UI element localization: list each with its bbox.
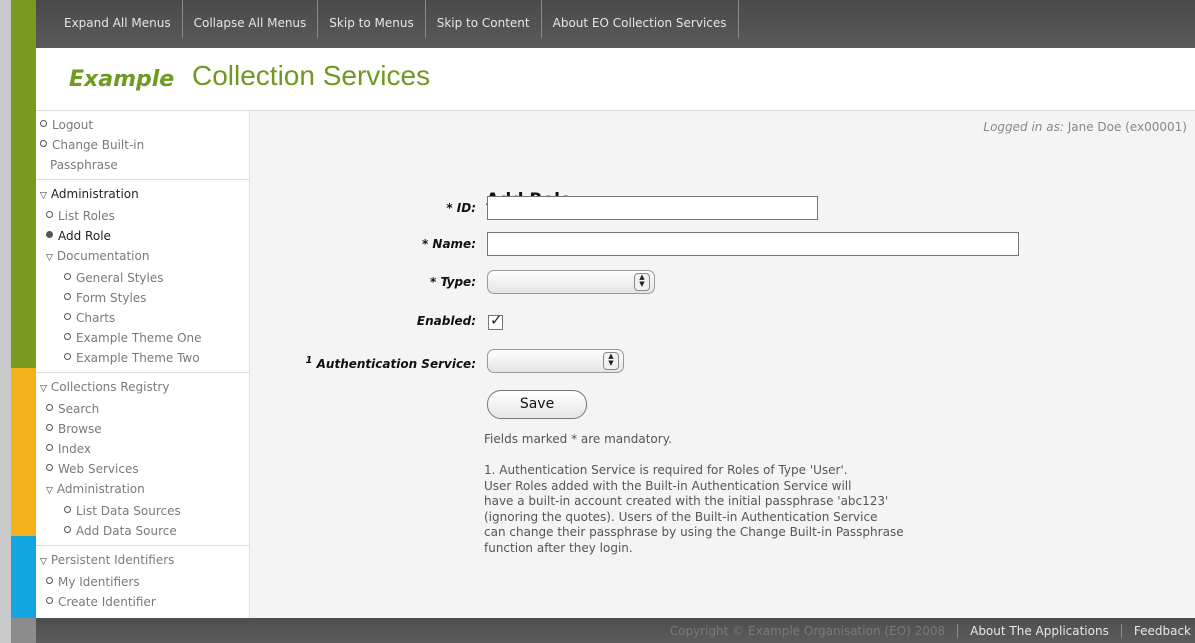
bullet-icon (46, 444, 53, 451)
save-button[interactable]: Save (487, 390, 587, 419)
skip-to-menus-link[interactable]: Skip to Menus (318, 0, 426, 38)
enabled-checkbox[interactable]: ✓ (488, 311, 503, 330)
section-stripe-admin (11, 0, 36, 368)
mandatory-note: Fields marked * are mandatory. (484, 432, 672, 446)
bullet-icon (40, 140, 47, 147)
logged-in-status: Logged in as: Jane Doe (ex00001) (983, 120, 1187, 134)
name-label: * Name: (421, 237, 476, 251)
id-input[interactable] (487, 196, 818, 220)
id-label: * ID: (446, 201, 476, 215)
type-select[interactable]: ▲ ▼ (487, 270, 655, 294)
top-navigation: Expand All Menus Collapse All Menus Skip… (36, 0, 1195, 48)
sidebar-item-list-roles[interactable]: List Roles (36, 206, 249, 226)
triangle-down-icon: ▽ (46, 486, 53, 496)
site-header: Example Collection Services (36, 48, 1195, 111)
brand-example-logo: Example (69, 67, 175, 92)
bullet-icon (64, 333, 71, 340)
page: Expand All Menus Collapse All Menus Skip… (0, 0, 1195, 643)
sidebar-item-my-identifiers[interactable]: My Identifiers (36, 572, 249, 592)
window-edge (0, 0, 11, 643)
triangle-down-icon: ▽ (40, 384, 47, 394)
nav-group-persistent-identifiers: ▽ Persistent Identifiers My Identifiers C… (36, 546, 249, 616)
section-stripe-collections (11, 368, 36, 536)
sidebar-item-list-data-sources[interactable]: List Data Sources (36, 501, 249, 521)
about-applications-link[interactable]: About The Applications (958, 623, 1122, 638)
collapse-all-menus-link[interactable]: Collapse All Menus (183, 0, 319, 38)
sidebar-item-web-services[interactable]: Web Services (36, 459, 249, 479)
bullet-icon (64, 526, 71, 533)
triangle-down-icon: ▽ (46, 253, 53, 263)
sidebar-item-charts[interactable]: Charts (36, 308, 249, 328)
feedback-link[interactable]: Feedback (1122, 624, 1195, 638)
sidebar-item-logout[interactable]: Logout (36, 115, 249, 135)
type-label: * Type: (429, 275, 476, 289)
bullet-icon (46, 577, 53, 584)
main-content: Logged in as: Jane Doe (ex00001) Add Rol… (250, 111, 1195, 618)
bullet-icon (64, 353, 71, 360)
skip-to-content-link[interactable]: Skip to Content (426, 0, 542, 38)
bullet-icon (46, 597, 53, 604)
sidebar-item-add-role[interactable]: Add Role (36, 226, 249, 246)
authentication-service-label: 1 Authentication Service: (305, 355, 476, 371)
sidebar-item-collections-registry[interactable]: ▽ Collections Registry (36, 377, 249, 399)
sidebar-item-index[interactable]: Index (36, 439, 249, 459)
sidebar-item-persistent-identifiers[interactable]: ▽ Persistent Identifiers (36, 550, 249, 572)
sidebar-menu: Logout Change Built-in Passphrase ▽ Admin… (36, 111, 250, 618)
triangle-down-icon: ▽ (40, 191, 47, 201)
sidebar-item-browse[interactable]: Browse (36, 419, 249, 439)
section-stripe-identifiers (11, 536, 36, 618)
bullet-icon (64, 313, 71, 320)
site-footer: Copyright © Example Organisation (EO) 20… (36, 618, 1195, 643)
section-stripe-footer (11, 618, 36, 643)
sidebar-item-example-theme-one[interactable]: Example Theme One (36, 328, 249, 348)
about-eo-link[interactable]: About EO Collection Services (542, 0, 739, 38)
nav-group-administration: ▽ Administration List Roles Add Role ▽ Doc… (36, 180, 249, 373)
bullet-icon (64, 293, 71, 300)
site-title: Collection Services (192, 60, 431, 91)
sidebar-item-documentation[interactable]: ▽ Documentation (36, 246, 249, 268)
bullet-icon (64, 273, 71, 280)
copyright-text: Copyright © Example Organisation (EO) 20… (658, 623, 959, 638)
sidebar-item-example-theme-two[interactable]: Example Theme Two (36, 348, 249, 368)
nav-group-collections-registry: ▽ Collections Registry Search Browse Inde… (36, 373, 249, 546)
nav-group-account: Logout Change Built-in Passphrase (36, 111, 249, 180)
name-input[interactable] (487, 232, 1019, 256)
select-arrows-icon: ▲ ▼ (634, 273, 650, 291)
bullet-icon (46, 424, 53, 431)
sidebar-item-add-data-source[interactable]: Add Data Source (36, 521, 249, 541)
sidebar-item-registry-administration[interactable]: ▽ Administration (36, 479, 249, 501)
authentication-footnote: 1. Authentication Service is required fo… (484, 463, 904, 555)
sidebar-item-change-passphrase[interactable]: Change Built-in (36, 135, 249, 155)
sidebar-item-change-passphrase-cont[interactable]: Passphrase (36, 155, 249, 175)
sidebar-item-create-identifier[interactable]: Create Identifier (36, 592, 249, 612)
bullet-icon (64, 506, 71, 513)
bullet-icon (46, 464, 53, 471)
checkmark-icon: ✓ (490, 311, 503, 329)
authentication-service-select[interactable]: ▲ ▼ (487, 349, 624, 373)
enabled-label: Enabled: (416, 314, 476, 328)
sidebar-item-general-styles[interactable]: General Styles (36, 268, 249, 288)
bullet-icon (40, 120, 47, 127)
select-arrows-icon: ▲ ▼ (603, 352, 619, 370)
bullet-active-icon (46, 231, 53, 238)
sidebar-item-search[interactable]: Search (36, 399, 249, 419)
sidebar-item-form-styles[interactable]: Form Styles (36, 288, 249, 308)
sidebar-item-administration[interactable]: ▽ Administration (36, 184, 249, 206)
bullet-icon (46, 211, 53, 218)
bullet-icon (46, 404, 53, 411)
triangle-down-icon: ▽ (40, 557, 47, 567)
expand-all-menus-link[interactable]: Expand All Menus (54, 0, 183, 38)
